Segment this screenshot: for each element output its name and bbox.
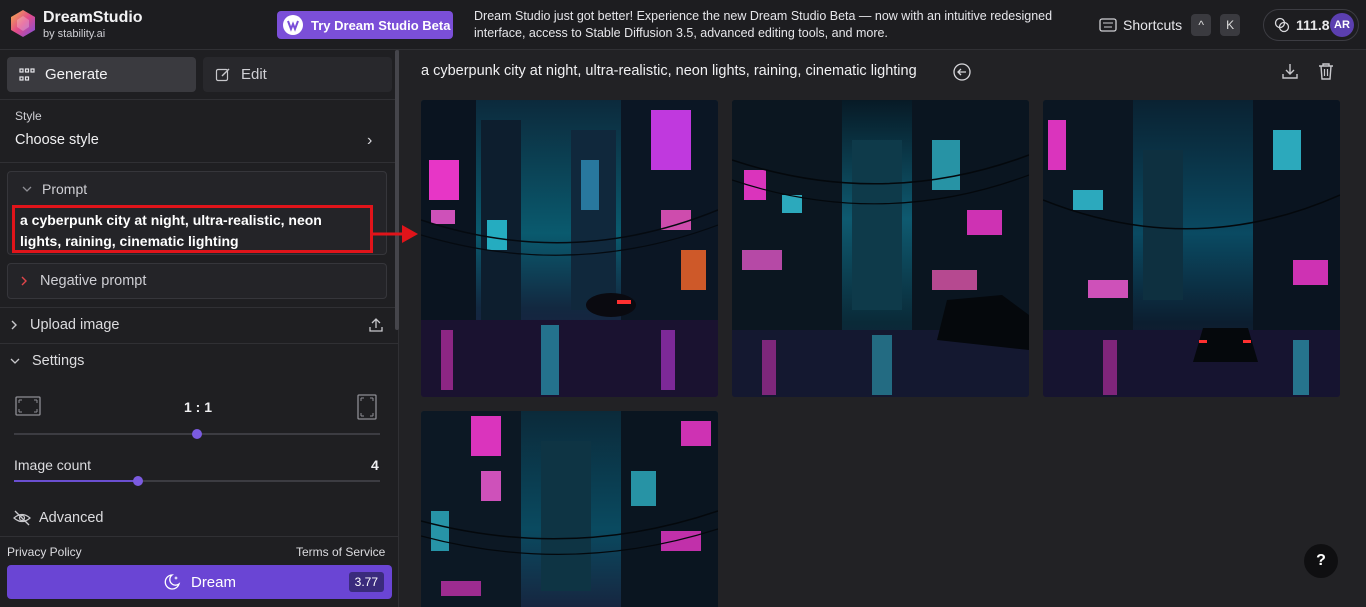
settings-title: Settings bbox=[32, 353, 85, 369]
dream-cost-badge: 3.77 bbox=[348, 572, 384, 592]
prompt-title: Prompt bbox=[42, 181, 88, 197]
avatar[interactable]: AR bbox=[1330, 13, 1354, 37]
brand-name: DreamStudio bbox=[43, 9, 143, 26]
shortcuts-label: Shortcuts bbox=[1123, 17, 1183, 33]
image-count-value: 4 bbox=[371, 457, 379, 473]
divider bbox=[0, 162, 399, 163]
help-button[interactable]: ? bbox=[1304, 544, 1338, 578]
trash-icon[interactable] bbox=[1317, 62, 1335, 80]
aspect-ratio-value: 1 : 1 bbox=[184, 399, 213, 415]
style-label: Style bbox=[15, 109, 42, 123]
image-count-slider-fill bbox=[14, 480, 139, 482]
privacy-policy-link[interactable]: Privacy Policy bbox=[7, 545, 82, 559]
chevron-down-icon bbox=[10, 358, 20, 364]
dream-button[interactable]: Dream 3.77 bbox=[7, 565, 392, 599]
image-count-label: Image count bbox=[14, 457, 92, 473]
announcement-text: Dream Studio just got better! Experience… bbox=[474, 9, 1053, 40]
moon-stars-icon bbox=[164, 574, 181, 590]
prompt-panel: Prompt a cyberpunk city at night, ultra-… bbox=[7, 171, 387, 255]
credits-badge[interactable]: 111.8 AR bbox=[1263, 9, 1359, 41]
try-beta-label: Try Dream Studio Beta bbox=[311, 17, 451, 33]
result-image-1[interactable] bbox=[421, 100, 718, 397]
edit-icon bbox=[215, 68, 230, 81]
negative-prompt-toggle[interactable]: Negative prompt bbox=[7, 263, 387, 299]
chevron-right-icon[interactable]: › bbox=[367, 132, 372, 150]
tab-generate-label: Generate bbox=[45, 66, 108, 83]
beta-logo-icon bbox=[283, 15, 303, 35]
upload-icon[interactable] bbox=[368, 317, 384, 333]
sidebar-scrollbar[interactable] bbox=[395, 50, 399, 330]
eye-off-icon bbox=[13, 510, 31, 526]
shortcut-key-k: K bbox=[1220, 14, 1241, 36]
style-selector[interactable]: Choose style bbox=[15, 132, 99, 148]
grid-icon bbox=[19, 67, 35, 81]
portrait-aspect-icon[interactable] bbox=[357, 394, 377, 420]
upload-image-label: Upload image bbox=[30, 317, 120, 333]
keyboard-icon bbox=[1099, 18, 1117, 32]
dream-label: Dream bbox=[190, 573, 236, 591]
sidebar: Generate Edit Style Choose style › Promp… bbox=[0, 50, 399, 607]
terms-link[interactable]: Terms of Service bbox=[296, 545, 385, 559]
prompt-header[interactable]: Prompt bbox=[22, 181, 87, 197]
divider bbox=[0, 536, 399, 537]
result-image-2[interactable] bbox=[732, 100, 1029, 397]
prompt-input[interactable]: a cyberpunk city at night, ultra-realist… bbox=[12, 205, 373, 253]
tab-edit-label: Edit bbox=[241, 66, 267, 83]
tab-edit[interactable]: Edit bbox=[203, 57, 392, 92]
aspect-ratio-slider-thumb[interactable] bbox=[192, 429, 202, 439]
upload-image-row[interactable]: Upload image bbox=[10, 317, 119, 333]
shortcuts-button[interactable]: Shortcuts ^ K bbox=[1099, 14, 1241, 36]
try-beta-button[interactable]: Try Dream Studio Beta bbox=[277, 11, 453, 39]
divider bbox=[0, 307, 399, 308]
divider bbox=[0, 99, 399, 100]
result-image-3[interactable] bbox=[1043, 100, 1340, 397]
advanced-label: Advanced bbox=[39, 510, 104, 526]
chevron-down-icon bbox=[22, 186, 32, 192]
stability-logo-icon[interactable] bbox=[8, 8, 38, 38]
brand-subtitle: by stability.ai bbox=[43, 28, 106, 40]
landscape-aspect-icon[interactable] bbox=[15, 396, 41, 416]
settings-header[interactable]: Settings bbox=[10, 353, 84, 369]
top-header: DreamStudio by stability.ai Try Dream St… bbox=[0, 0, 1366, 50]
annotation-arrow-icon bbox=[372, 225, 418, 243]
chevron-right-icon bbox=[21, 276, 27, 286]
tab-generate[interactable]: Generate bbox=[7, 57, 196, 92]
page-title: a cyberpunk city at night, ultra-realist… bbox=[421, 63, 917, 79]
result-image-4[interactable] bbox=[421, 411, 718, 607]
credits-value: 111.8 bbox=[1296, 17, 1330, 33]
image-count-slider-thumb[interactable] bbox=[133, 476, 144, 486]
divider bbox=[0, 343, 399, 344]
coins-icon bbox=[1274, 17, 1290, 33]
negative-prompt-label: Negative prompt bbox=[40, 273, 147, 289]
download-icon[interactable] bbox=[1281, 62, 1299, 80]
chevron-right-icon bbox=[11, 320, 17, 330]
shortcut-key-ctrl: ^ bbox=[1191, 14, 1212, 36]
back-arrow-icon[interactable] bbox=[953, 63, 971, 81]
advanced-toggle[interactable]: Advanced bbox=[13, 510, 104, 526]
mode-tabs: Generate Edit bbox=[7, 57, 392, 92]
